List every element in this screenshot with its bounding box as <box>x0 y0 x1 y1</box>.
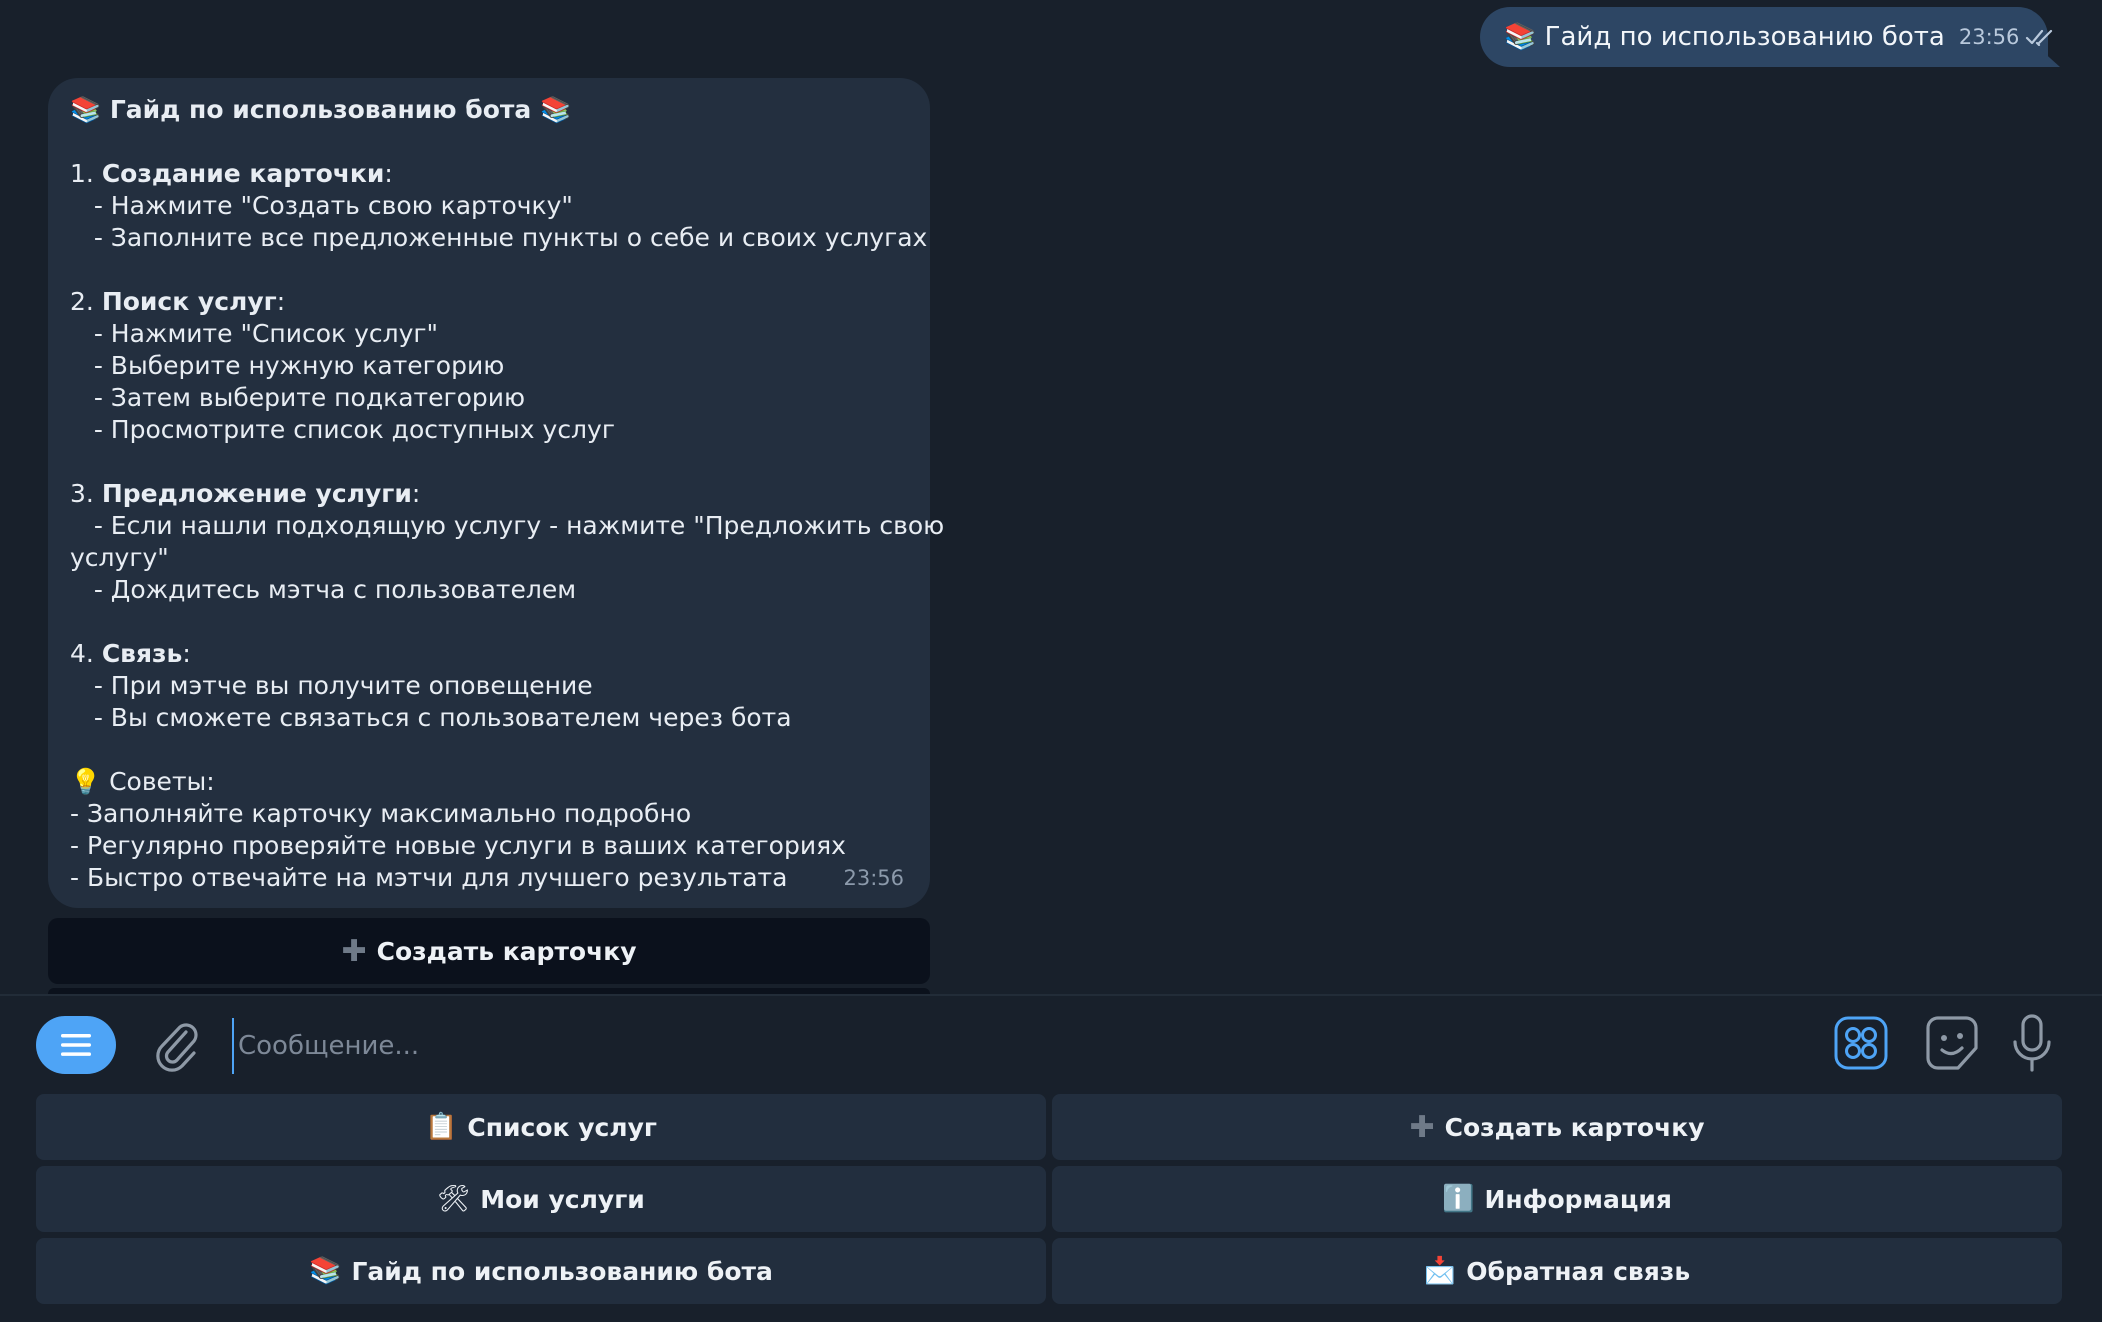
tip-line: - Быстро отвечайте на мэтчи для лучшего … <box>70 863 788 892</box>
guide-line: - Просмотрите список доступных услуг <box>70 415 615 444</box>
section-heading-4: 4. Связь: <box>70 639 191 668</box>
message-composer <box>0 994 2102 1092</box>
keyboard-button-label: Гайд по использованию бота <box>351 1256 773 1286</box>
guide-title: 📚 Гайд по использованию бота 📚 <box>70 95 572 124</box>
keyboard-button-label: Информация <box>1484 1184 1672 1214</box>
outgoing-message-time: 23:56 <box>1958 25 2020 49</box>
guide-line: - Заполните все предложенные пункты о се… <box>70 223 928 252</box>
keyboard-button-label: Создать карточку <box>1444 1112 1705 1142</box>
keyboard-button-create-card[interactable]: ✚ Создать карточку <box>1052 1094 2062 1160</box>
paperclip-icon[interactable] <box>150 1016 202 1072</box>
info-icon: ℹ️ <box>1442 1184 1475 1214</box>
bot-commands-icon[interactable] <box>1834 1016 1888 1070</box>
keyboard-button-label: Мои услуги <box>480 1184 645 1214</box>
guide-line: - Затем выберите подкатегорию <box>70 383 526 412</box>
envelope-icon: 📩 <box>1423 1256 1457 1286</box>
clipboard-icon: 📋 <box>425 1112 458 1142</box>
guide-line: - При мэтче вы получите оповещение <box>70 671 593 700</box>
message-input[interactable] <box>232 1018 1740 1074</box>
keyboard-button-bot-guide[interactable]: 📚 Гайд по использованию бота <box>36 1238 1046 1304</box>
guide-line: - Если нашли подходящую услугу - нажмите… <box>70 511 945 540</box>
tip-line: - Заполняйте карточку максимально подроб… <box>70 799 692 828</box>
incoming-message-time: 23:56 <box>843 866 904 890</box>
bubble-tail <box>2040 49 2060 67</box>
plus-icon: ✚ <box>341 933 367 969</box>
guide-line: - Вы сможете связаться с пользователем ч… <box>70 703 792 732</box>
section-heading-2: 2. Поиск услуг: <box>70 287 286 316</box>
section-heading-1: 1. Создание карточки: <box>70 159 393 188</box>
guide-line: - Нажмите "Список услуг" <box>70 319 439 348</box>
guide-line: услугу" <box>70 543 169 572</box>
telegram-chat-window: 📚 Гайд по использованию бота 23:56 📚 Гай… <box>0 0 2102 1322</box>
books-icon: 📚 <box>309 1256 342 1286</box>
tools-icon: 🛠 <box>437 1184 471 1214</box>
keyboard-button-feedback[interactable]: 📩 Обратная связь <box>1052 1238 2062 1304</box>
outgoing-message[interactable]: 📚 Гайд по использованию бота 23:56 <box>1480 7 2060 67</box>
menu-icon <box>61 1034 91 1056</box>
tip-line: - Регулярно проверяйте новые услуги в ва… <box>70 831 846 860</box>
guide-line: - Нажмите "Создать свою карточку" <box>70 191 573 220</box>
read-double-check-icon <box>2026 29 2053 46</box>
tips-heading: 💡 Советы: <box>70 767 215 796</box>
inline-create-card-button[interactable]: ✚ Создать карточку <box>48 918 930 984</box>
keyboard-button-my-services[interactable]: 🛠 Мои услуги <box>36 1166 1046 1232</box>
bot-menu-button[interactable] <box>36 1016 116 1074</box>
guide-line: - Дождитесь мэтча с пользователем <box>70 575 577 604</box>
keyboard-button-label: Обратная связь <box>1466 1256 1691 1286</box>
plus-icon: ✚ <box>1409 1109 1435 1145</box>
outgoing-message-meta: 23:56 <box>1959 25 2058 49</box>
inline-button-label: Создать карточку <box>376 936 637 966</box>
section-heading-3: 3. Предложение услуги: <box>70 479 421 508</box>
keyboard-button-label: Список услуг <box>467 1112 657 1142</box>
incoming-bot-message[interactable]: 📚 Гайд по использованию бота 📚 1. Создан… <box>48 78 945 908</box>
keyboard-button-information[interactable]: ℹ️ Информация <box>1052 1166 2062 1232</box>
microphone-icon[interactable] <box>2010 1012 2054 1074</box>
guide-line: - Выберите нужную категорию <box>70 351 505 380</box>
message-list[interactable]: 📚 Гайд по использованию бота 23:56 📚 Гай… <box>0 0 2102 994</box>
sticker-icon[interactable] <box>1924 1014 1980 1072</box>
keyboard-button-services-list[interactable]: 📋 Список услуг <box>36 1094 1046 1160</box>
outgoing-message-text: 📚 Гайд по использованию бота <box>1504 22 1945 52</box>
